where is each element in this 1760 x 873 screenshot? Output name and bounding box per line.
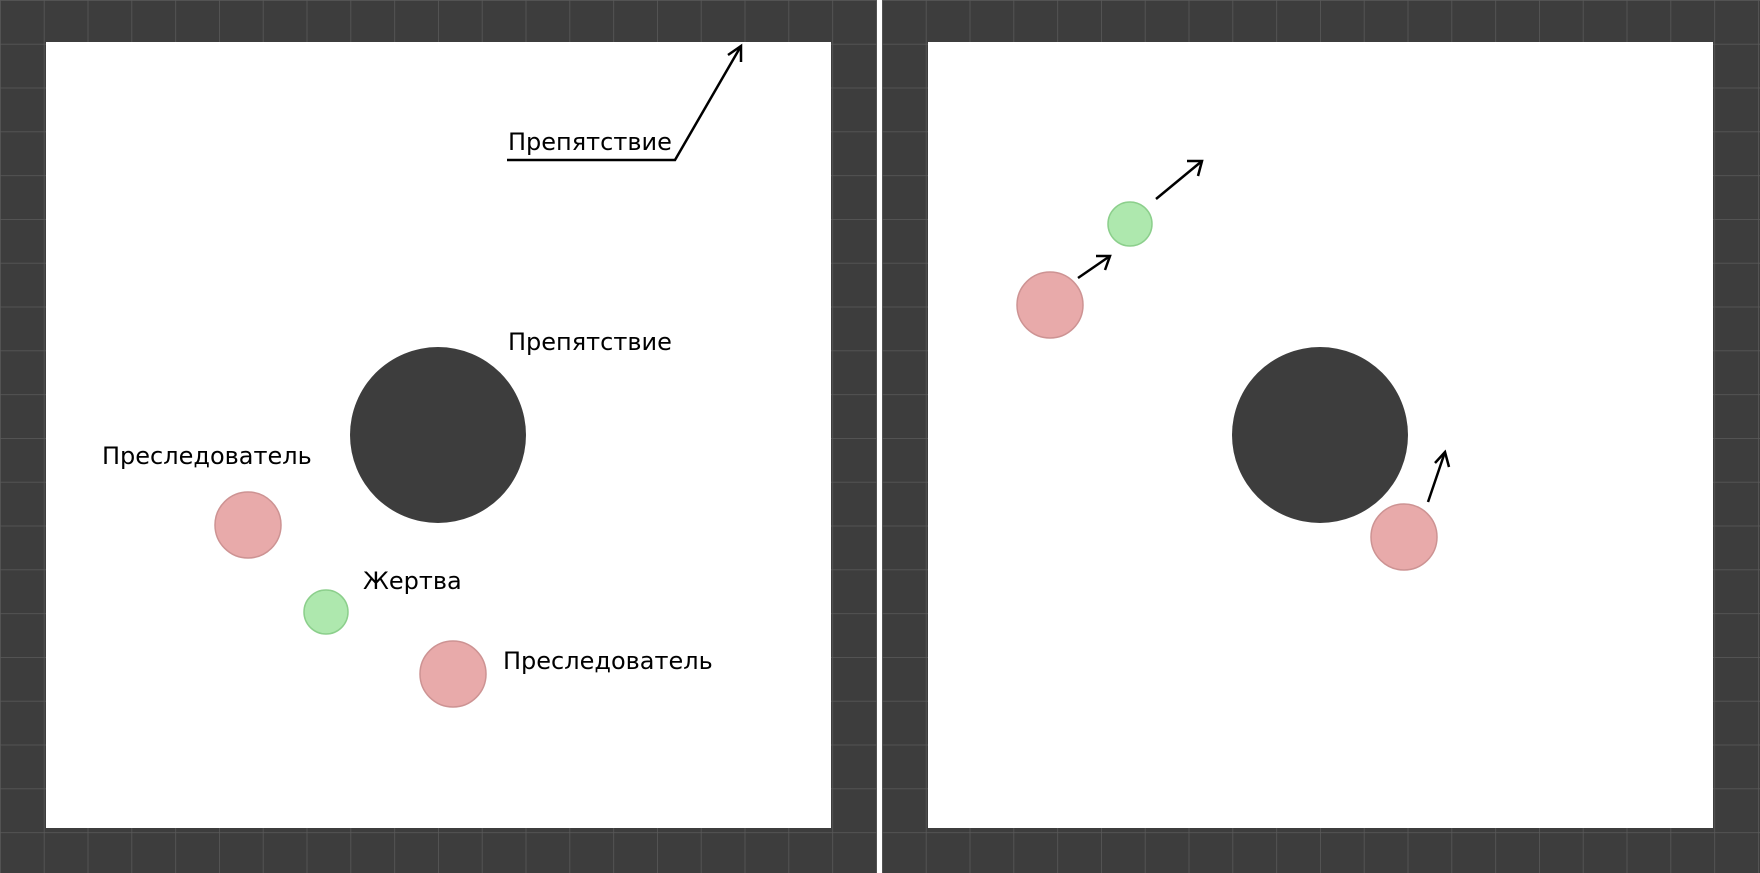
pursuer-top xyxy=(214,491,282,559)
obstacle xyxy=(1232,347,1408,523)
label-center-obstacle: Препятствие xyxy=(508,328,672,356)
label-pursuer-top: Преследователь xyxy=(102,442,312,470)
pursuer-bottom xyxy=(419,640,487,708)
label-pursuer-bottom: Преследователь xyxy=(503,647,713,675)
left-panel: Препятствие Препятствие Преследователь Ж… xyxy=(0,0,877,873)
right-scene xyxy=(882,0,1760,873)
right-panel xyxy=(882,0,1760,873)
prey xyxy=(1107,201,1153,247)
label-wall-obstacle: Препятствие xyxy=(508,128,672,156)
obstacle xyxy=(350,347,526,523)
pursuer-top xyxy=(1016,271,1084,339)
pursuer-bottom xyxy=(1370,503,1438,571)
label-prey: Жертва xyxy=(363,567,462,595)
left-scene: Препятствие Препятствие Преследователь Ж… xyxy=(0,0,877,873)
prey xyxy=(303,589,349,635)
